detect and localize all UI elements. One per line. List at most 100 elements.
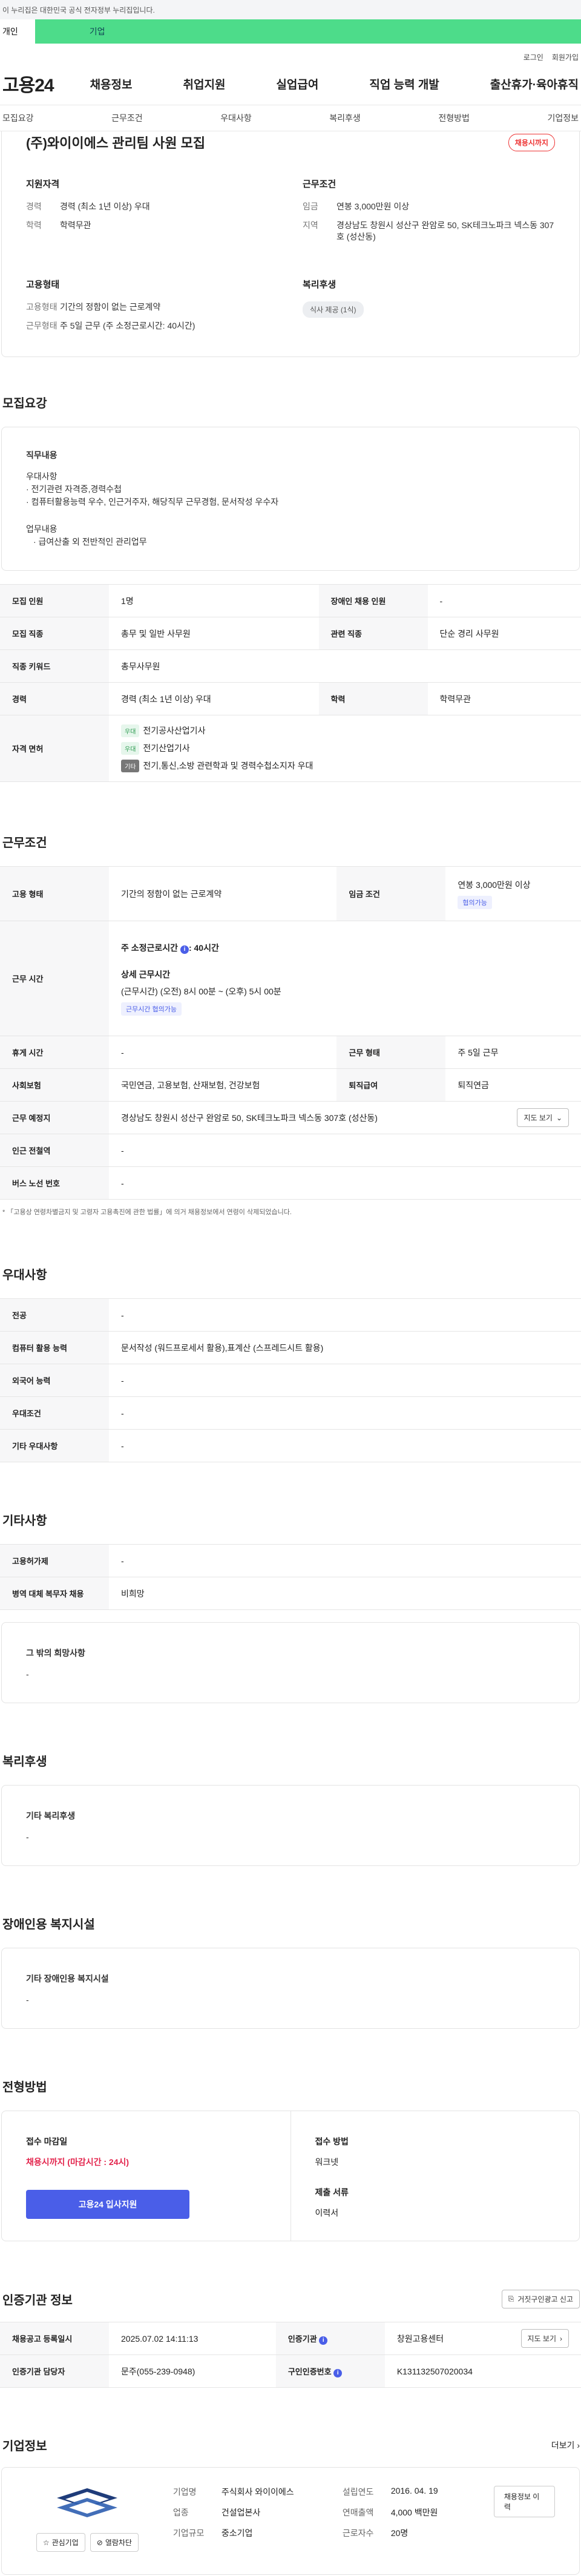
detail-value: 4,000 백만원 [390,2508,438,2518]
table-value: - [427,584,581,618]
detail-subnav: 모집요강 근무조건 우대사항 복리후생 전형방법 기업정보 [0,105,581,131]
wage-value: 연봉 3,000만원 이상 [336,202,410,211]
deadline-heading: 접수 마감일 [26,2137,68,2147]
more-link[interactable]: 더보기 › [551,2439,580,2451]
welfare-title: 복리후생 [2,1755,47,1769]
tab-personal[interactable]: 개인 [0,19,35,44]
nav-unemployment[interactable]: 실업급여 [276,76,318,92]
career-label: 경력 [26,202,42,211]
table-value: 문서작성 (워드프로세서 활용),표계산 (스프레드시트 활용) [109,1331,581,1365]
table-label: 기타 우대사항 [0,1429,109,1463]
report-button-label: 거짓구인광고 신고 [517,2295,573,2304]
hours-cell: 주 소정근로시간 i: 40시간 상세 근무시간 (근무시간) (오전) 8시 … [109,921,581,1037]
qualification-block: 지원자격 경력 경력 (최소 1년 이상) 우대 학력 학력무관 [26,177,278,250]
docs-value: 이력서 [315,2208,339,2218]
subnav-welfare[interactable]: 복리후생 [329,112,361,124]
conditions-heading: 근무조건 [303,179,336,189]
user-type-tabs: 개인 기업 [0,19,581,44]
table-value: 문주(055-239-0948) [109,2354,276,2388]
wage-label: 임금 [303,202,318,211]
wage-cell: 연봉 3,000만원 이상 협의가능 [445,866,581,922]
table-label: 관련 직종 [318,617,428,651]
block-label: 열람차단 [105,2538,132,2548]
table-label: 임금 조건 [336,866,446,922]
preference-title: 우대사항 [2,1269,47,1283]
table-value: 기간의 정함이 없는 근로계약 [109,866,337,922]
login-link[interactable]: 로그인 [524,52,543,62]
agency-map-button[interactable]: 지도 보기 › [520,2329,569,2348]
company-title: 기업정보 [2,2440,47,2454]
apply-button[interactable]: 고용24 입사지원 [26,2190,189,2220]
subnav-company[interactable]: 기업정보 [547,112,579,124]
work-form-value: 주 5일 근무 (주 소정근로시간: 40시간) [60,320,195,330]
nav-jobs[interactable]: 채용정보 [90,76,133,92]
subnav-recruit[interactable]: 모집요강 [2,112,34,124]
employment-type-value: 기간의 정함이 없는 근로계약 [60,301,161,312]
company-card: ☆ 관심기업 ⊘ 열람차단 기업명 주식회사 와이이에스 설립연도 2016. 04… [1,2467,580,2575]
block-button[interactable]: ⊘ 열람차단 [90,2533,139,2552]
hours-tag: 근무시간 협의가능 [121,1002,182,1016]
tab-enterprise[interactable]: 기업 [35,19,122,44]
nav-employment-support[interactable]: 취업지원 [183,76,226,92]
report-button[interactable]: ⎘ 거짓구인광고 신고 [501,2290,580,2309]
deadline-value: 채용시까지 (마감시간 : 24시) [26,2157,130,2167]
disabled-box-value: - [26,1995,29,2005]
agency-table: 채용공고 등록일시 2025.07.02 14:11:13 인증기관 i 창원고… [0,2322,581,2388]
subnav-conditions[interactable]: 근무조건 [111,112,143,124]
duty-line: · 컴퓨터활용능력 우수, 인근거주자, 해당직무 근무경험, 문서작성 우수자 [26,497,279,507]
table-label: 경력 [0,682,109,716]
job-history-button[interactable]: 채용정보 이력 [493,2486,555,2518]
table-label: 인근 전철역 [0,1134,109,1168]
favorite-label: 관심기업 [51,2538,79,2548]
nav-parental-leave[interactable]: 출산휴가·육아휴직 [490,76,579,92]
qualification-heading: 지원자격 [26,179,60,189]
age-notice: * 「고용상 연령차별금지 및 고령자 고용촉진에 관한 법률」에 의거 채용정… [2,1209,292,1217]
top-menu: 로그인 회원가입 [0,44,581,62]
detail-value: 건설업본사 [221,2508,261,2518]
work-table: 고용 형태 기간의 정함이 없는 근로계약 임금 조건 연봉 3,000만원 이… [0,866,581,1200]
chevron-right-icon: › [577,2440,580,2450]
table-label: 외국어 능력 [0,1364,109,1398]
other-wishes-box: 그 밖의 희망사항 - [1,1622,580,1704]
table-label: 근무 시간 [0,921,109,1037]
info-icon[interactable]: i [180,945,189,954]
license-text: 전기산업기사 [143,743,190,754]
work-form-label: 근무형태 [26,320,57,330]
career-value: 경력 (최소 1년 이상) 우대 [60,202,150,211]
docs-heading: 제출 서류 [315,2187,349,2198]
company-header: 기업정보 더보기 › [2,2436,580,2454]
nav-training[interactable]: 직업 능력 개발 [369,76,439,92]
map-button-label: 지도 보기 [527,2334,557,2344]
subnav-selection[interactable]: 전형방법 [438,112,470,124]
recruit-table: 모집 인원 1명 장애인 채용 인원 - 모집 직종 총무 및 일반 사무원 관… [0,584,581,783]
table-value: 비희망 [109,1577,581,1611]
employment-type-label: 고용형태 [26,301,57,312]
map-button-label: 지도 보기 [524,1114,553,1123]
signup-link[interactable]: 회원가입 [552,52,579,62]
region-label: 지역 [303,220,318,230]
wage-tag: 협의가능 [458,895,492,909]
table-label: 사회보험 [0,1068,109,1102]
info-icon[interactable]: i [333,2368,343,2377]
table-value: - [109,1134,581,1168]
wage-value: 연봉 3,000만원 이상 [458,879,531,890]
site-logo[interactable]: 고용24 [2,70,54,97]
info-icon[interactable]: i [319,2336,328,2345]
table-value: 창원고용센터 [396,2333,444,2344]
subnav-preference[interactable]: 우대사항 [220,112,252,124]
method-col: 접수 방법 워크넷 제출 서류 이력서 [290,2111,580,2241]
other-wishes-heading: 그 밖의 희망사항 [26,1648,85,1658]
table-label: 병역 대체 복무자 채용 [0,1577,109,1611]
map-button[interactable]: 지도 보기 ⌄ [517,1108,569,1128]
table-label: 인증기관 담당자 [0,2354,109,2388]
recruit-title: 모집요강 [2,397,47,411]
method-heading: 접수 방법 [315,2137,349,2147]
welfare-box-value: - [26,1832,29,1842]
table-value: 학력무관 [427,682,581,716]
favorite-company-button[interactable]: ☆ 관심기업 [36,2533,85,2552]
main-nav: 고용24 채용정보 취업지원 실업급여 직업 능력 개발 출산휴가·육아휴직 [0,62,581,105]
star-icon: ☆ [42,2538,50,2547]
table-label: 인증기관 [287,2334,317,2344]
disabled-title: 장애인용 복지시설 [2,1918,95,1932]
table-label: 모집 직종 [0,617,109,651]
